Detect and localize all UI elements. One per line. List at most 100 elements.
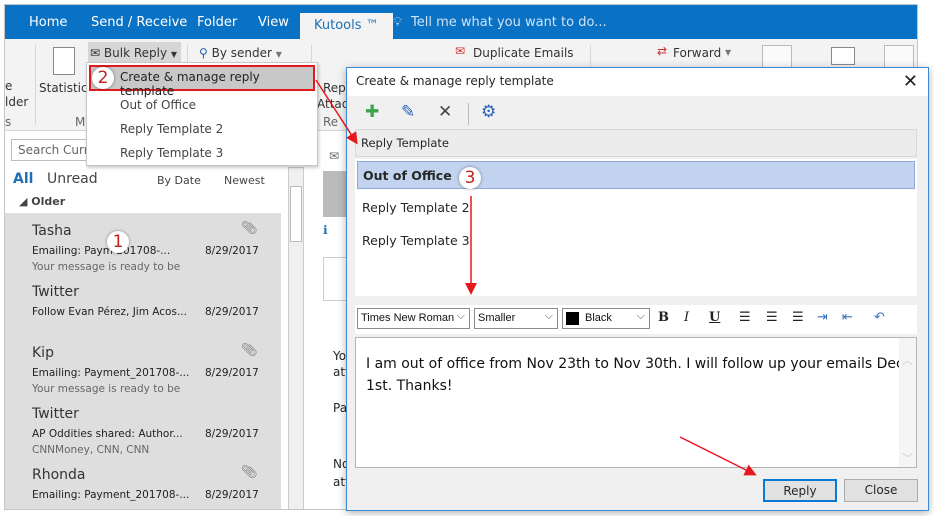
add-icon[interactable]: ✚ (365, 102, 379, 122)
filter-unread[interactable]: Unread (47, 171, 98, 187)
subject: AP Oddities shared: Author... (32, 428, 183, 440)
size-value: Smaller (478, 312, 516, 324)
dialog-title: Create & manage reply template (347, 68, 928, 96)
italic-icon[interactable]: I (684, 310, 689, 325)
sort-by-date[interactable]: By Date (157, 174, 201, 187)
delete-icon[interactable]: ✕ (438, 102, 452, 122)
group-label: Re (323, 115, 339, 129)
paperclip-icon: 📎︎ (241, 465, 258, 480)
align-center-icon[interactable]: ☰ (766, 310, 778, 325)
chevron-down-icon: ⌵ (544, 310, 553, 322)
date: 8/29/2017 (205, 489, 259, 501)
menu-item-out-of-office[interactable]: Out of Office (120, 98, 196, 112)
underline-icon[interactable]: U (709, 310, 720, 325)
mail-list-scrollbar[interactable] (288, 167, 304, 509)
edit-icon[interactable]: ✎ (401, 102, 415, 122)
align-left-icon[interactable]: ☰ (739, 310, 751, 325)
filter-all[interactable]: All (13, 171, 33, 187)
color-value: Black (585, 312, 612, 324)
color-swatch (566, 312, 579, 325)
ribbon-tabs: Home Send / Receive Folder View Kutools … (5, 5, 917, 39)
editor-scrollbar[interactable]: ︿ ﹀ (899, 338, 916, 467)
search-icon: ⚲ (199, 46, 208, 60)
sender: Tasha (32, 223, 72, 239)
chevron-down-icon: ▼ (275, 50, 282, 59)
tab-send-receive[interactable]: Send / Receive (91, 15, 187, 30)
tab-folder[interactable]: Folder (197, 15, 237, 30)
paperclip-icon: 📎︎ (241, 221, 258, 236)
forward-button[interactable]: Forward (673, 46, 721, 60)
template-item-2[interactable]: Reply Template 2 (357, 194, 915, 222)
by-sender-label: By sender (211, 46, 272, 60)
step-badge-1: 1 (107, 231, 129, 253)
list-item[interactable]: Twitter AP Oddities shared: Author... 8/29… (5, 402, 281, 464)
menu-item-template-3[interactable]: Reply Template 3 (120, 146, 223, 160)
duplicate-emails-button[interactable]: Duplicate Emails (473, 46, 574, 60)
chevron-down-icon: ⌵ (456, 310, 465, 322)
close-button[interactable]: Close (844, 479, 918, 502)
tab-home[interactable]: Home (29, 15, 67, 30)
font-select[interactable]: Times New Roman ⌵ (357, 308, 470, 329)
undo-icon[interactable]: ↶ (874, 310, 885, 325)
sort-order[interactable]: Newest (224, 174, 265, 187)
preview: Your message is ready to be (32, 383, 181, 395)
date: 8/29/2017 (205, 428, 259, 440)
bulk-reply-label: Bulk Reply (103, 46, 168, 60)
bold-icon[interactable]: B (658, 310, 669, 325)
menu-item-template-2[interactable]: Reply Template 2 (120, 122, 223, 136)
mail-filters: All Unread By Date Newest (5, 167, 285, 191)
info-icon: ℹ (323, 223, 328, 237)
subject: Emailing: Payment_201708-... (32, 367, 190, 379)
date: 8/29/2017 (205, 367, 259, 379)
chevron-down-icon: ⌵ (636, 310, 645, 322)
statistics-icon (53, 47, 75, 75)
indent-icon[interactable]: ⇥ (817, 310, 828, 325)
preview: CNNMoney, CNN, CNN (32, 444, 150, 456)
align-right-icon[interactable]: ☰ (792, 310, 804, 325)
outdent-icon[interactable]: ⇤ (842, 310, 853, 325)
size-select[interactable]: Smaller ⌵ (474, 308, 558, 329)
template-body-editor[interactable]: I am out of office from Nov 23th to Nov … (355, 337, 917, 468)
tab-view[interactable]: View (258, 15, 289, 30)
tell-me-input[interactable]: Tell me what you want to do... (411, 15, 607, 30)
gear-icon[interactable]: ⚙ (481, 102, 496, 122)
bulk-reply-button[interactable]: ✉ Bulk Reply ▼ (88, 42, 181, 64)
status-circle-icon[interactable] (762, 45, 792, 69)
color-select[interactable]: Black ⌵ (562, 308, 650, 329)
by-sender-button[interactable]: ⚲ By sender ▼ (199, 46, 282, 60)
calendar-icon[interactable] (831, 47, 855, 65)
sender: Kip (32, 345, 54, 361)
mail-list: Tasha 📎︎ Emailing: Paym 201708-... 8/29/201… (5, 213, 281, 509)
reply-button[interactable]: Reply (763, 479, 837, 502)
reply-template-dialog: Create & manage reply template ✕ ✚ ✎ ✕ ⚙… (346, 67, 929, 511)
template-item-3[interactable]: Reply Template 3 (357, 227, 915, 255)
sender: Rhonda (32, 467, 86, 483)
group-label: s (5, 115, 12, 129)
menu-item-label[interactable]: Create & manage reply template (120, 70, 317, 98)
paperclip-icon: 📎︎ (241, 343, 258, 358)
status-circle-icon[interactable] (884, 45, 914, 69)
body-text: Pa (333, 401, 348, 415)
step-badge-3: 3 (459, 167, 481, 189)
list-item[interactable]: Rhonda 📎︎ Emailing: Payment_201708-... 8/29… (5, 463, 281, 509)
template-body-text: I am out of office from Nov 23th to Nov … (366, 356, 904, 394)
list-item[interactable]: Twitter Follow Evan Pérez, Jim Acos... 8/2… (5, 280, 281, 342)
duplicate-icon: ✉ (455, 44, 466, 58)
reply-icon: ✉ (329, 149, 340, 163)
list-item[interactable]: Tasha 📎︎ Emailing: Paym 201708-... 8/29/201… (5, 219, 281, 281)
group-header-older[interactable]: ◢ Older (5, 191, 281, 213)
dialog-title-text: Create & manage reply template (356, 74, 554, 88)
sender: Twitter (32, 406, 79, 422)
format-toolbar: Times New Roman ⌵ Smaller ⌵ Black ⌵ B I U ☰… (355, 305, 917, 334)
chevron-down-icon: ▼ (725, 48, 732, 57)
close-icon[interactable]: ✕ (903, 71, 918, 92)
tab-kutools[interactable]: Kutools ™ (300, 13, 393, 39)
step-badge-2: 2 (92, 67, 114, 89)
lightbulb-icon: 💡︎ (393, 15, 403, 30)
subject: Follow Evan Pérez, Jim Acos... (32, 306, 187, 318)
body-text: Yo (333, 349, 347, 363)
template-item-out-of-office[interactable]: Out of Office (357, 161, 915, 189)
list-item[interactable]: Kip 📎︎ Emailing: Payment_201708-... 8/29/20… (5, 341, 281, 403)
template-list-header: Reply Template (355, 129, 917, 157)
subject: Emailing: Payment_201708-... (32, 489, 190, 501)
